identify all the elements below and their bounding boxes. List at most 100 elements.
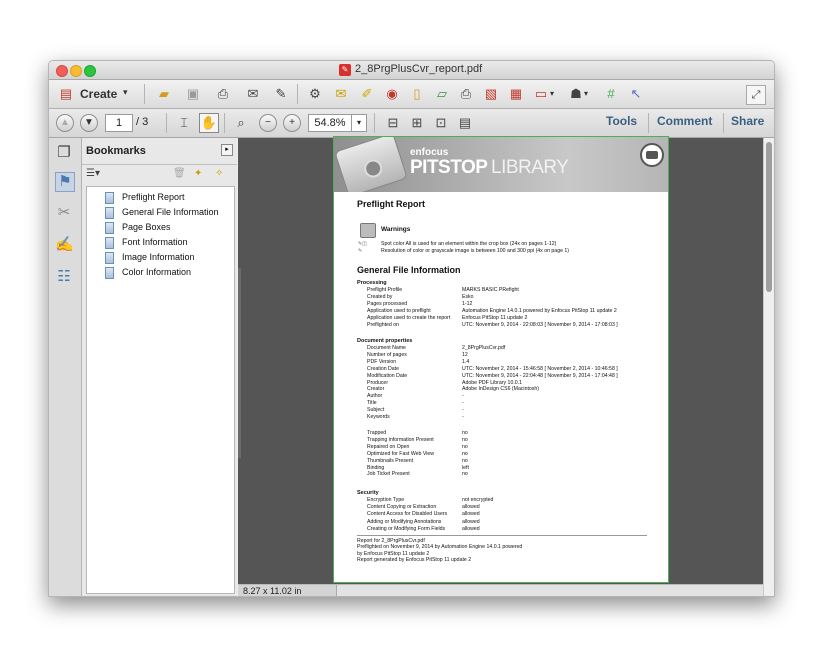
save-icon[interactable]: ▣ bbox=[184, 85, 202, 103]
bookmark-page-boxes[interactable]: Page Boxes bbox=[91, 220, 171, 235]
document-icon[interactable]: ▯ bbox=[408, 85, 426, 103]
property-value: left bbox=[462, 464, 469, 471]
options-menu-icon[interactable]: ☰▾ bbox=[86, 168, 100, 179]
resolution-icon: ✎ bbox=[358, 248, 363, 254]
chevron-down-icon[interactable]: ▾ bbox=[550, 89, 554, 98]
arrow-select-icon[interactable]: ↖ bbox=[627, 85, 645, 103]
toolbar-divider bbox=[297, 84, 298, 104]
pdf-page[interactable]: enfocus PITSTOP LIBRARY Preflight Report… bbox=[333, 136, 669, 583]
bookmark-icon bbox=[105, 191, 114, 204]
bookmark-general-file-information[interactable]: General File Information bbox=[91, 205, 219, 220]
expand-bookmark-icon[interactable]: ✧ bbox=[215, 168, 223, 179]
property-label: Number of pages bbox=[367, 351, 407, 358]
property-label: Preflight Profile bbox=[367, 287, 403, 293]
stamp-icon[interactable]: ◉ bbox=[383, 85, 401, 103]
property-label: Adding or Modifying Annotations bbox=[367, 518, 442, 525]
two-page-icon[interactable]: ⊡ bbox=[432, 114, 450, 132]
bookmarks-title: Bookmarks bbox=[86, 145, 146, 157]
share-button[interactable]: Share bbox=[731, 114, 764, 128]
title-bar[interactable]: ✎ 2_8PrgPlusCvr_report.pdf bbox=[49, 61, 774, 80]
chevron-down-icon[interactable]: ▾ bbox=[123, 87, 128, 98]
export-icon[interactable]: ▱ bbox=[433, 85, 451, 103]
comment-bubble-icon[interactable]: ✉ bbox=[332, 85, 350, 103]
bookmark-list: Preflight Report General File Informatio… bbox=[86, 186, 235, 594]
property-value: UTC: November 9, 2014 - 22:08:03 [ Novem… bbox=[462, 322, 618, 328]
document-viewport[interactable]: enfocus PITSTOP LIBRARY Preflight Report… bbox=[238, 136, 763, 584]
user-icon[interactable]: ☗ bbox=[567, 85, 585, 103]
delete-bookmark-icon[interactable]: 🗑 bbox=[173, 168, 186, 179]
pane-resize-handle[interactable] bbox=[238, 268, 241, 458]
comment-button[interactable]: Comment bbox=[657, 114, 712, 128]
page-number-input[interactable]: 1 bbox=[105, 114, 133, 132]
minimize-window-button[interactable] bbox=[70, 65, 82, 77]
bookmark-color-information[interactable]: Color Information bbox=[91, 265, 191, 280]
chevron-down-icon[interactable]: ▾ bbox=[584, 89, 588, 98]
marquee-zoom-icon[interactable]: ⌕ bbox=[232, 114, 250, 132]
navigation-pane-strip: ❐ ⚑ ✂ ✍ ☷ bbox=[49, 138, 82, 596]
zoom-in-button[interactable]: + bbox=[283, 114, 301, 132]
open-folder-icon[interactable]: ▰ bbox=[155, 85, 173, 103]
attachments-icon[interactable]: ✂ bbox=[55, 204, 73, 222]
navigation-toolbar: ▲ ▼ 1 / 3 ⌶ ✋ ⌕ − + 54.8% ▾ ⊟ ⊞ ⊡ ▤ Tool… bbox=[49, 109, 774, 138]
bookmarks-icon[interactable]: ⚑ bbox=[55, 172, 75, 192]
toolbar-divider bbox=[166, 113, 167, 133]
gear-icon[interactable]: ⚙ bbox=[306, 85, 324, 103]
property-label: Trapped bbox=[367, 430, 387, 436]
warnings-title: Warnings bbox=[381, 226, 411, 233]
email-icon[interactable]: ✉ bbox=[244, 85, 262, 103]
toolbox-icon[interactable]: ▭ bbox=[532, 85, 550, 103]
property-value: - bbox=[462, 400, 464, 407]
layers-icon[interactable]: ☷ bbox=[55, 268, 73, 286]
page-thumbnails-icon[interactable]: ❐ bbox=[55, 144, 73, 162]
tools-button[interactable]: Tools bbox=[606, 114, 637, 128]
zoom-window-button[interactable] bbox=[84, 65, 96, 77]
property-value: - bbox=[462, 393, 464, 400]
bookmark-icon bbox=[105, 221, 114, 234]
print-icon[interactable]: ⎙ bbox=[214, 85, 232, 103]
property-value: no bbox=[462, 443, 468, 450]
property-label: Title bbox=[367, 400, 377, 407]
fit-page-icon[interactable]: ⊞ bbox=[408, 114, 426, 132]
zoom-dropdown-chevron-icon[interactable]: ▾ bbox=[351, 114, 367, 132]
panel-collapse-icon[interactable]: ▸ bbox=[221, 144, 233, 156]
property-value: Adobe PDF Library 10.0.1 bbox=[462, 379, 522, 386]
printer-icon[interactable]: ⎙ bbox=[457, 85, 475, 103]
grid-icon[interactable]: # bbox=[602, 85, 620, 103]
bookmark-icon bbox=[105, 266, 114, 279]
signatures-icon[interactable]: ✍ bbox=[55, 236, 74, 254]
property-value: - bbox=[462, 414, 464, 420]
previous-page-button[interactable]: ▲ bbox=[56, 114, 74, 132]
create-pdf-icon[interactable]: ▤ bbox=[57, 85, 75, 103]
combine-icon[interactable]: ▦ bbox=[507, 85, 525, 103]
fullscreen-icon[interactable]: ⤢ bbox=[746, 85, 766, 105]
pdf-icon[interactable]: ▧ bbox=[482, 85, 500, 103]
property-label: Repaired on Open bbox=[367, 443, 410, 450]
next-page-button[interactable]: ▼ bbox=[80, 114, 98, 132]
bookmark-font-information[interactable]: Font Information bbox=[91, 235, 188, 250]
property-label: PDF Version bbox=[367, 358, 397, 365]
vertical-scrollbar[interactable] bbox=[763, 138, 774, 596]
hand-tool-icon[interactable]: ✋ bbox=[199, 113, 219, 133]
select-tool-icon[interactable]: ⌶ bbox=[175, 114, 193, 132]
brand-light: LIBRARY bbox=[491, 157, 569, 178]
property-label: Optimized for Fast Web View bbox=[367, 450, 434, 457]
bookmark-icon bbox=[105, 251, 114, 264]
processing-title: Processing bbox=[357, 280, 387, 286]
main-toolbar: ▤ Create ▾ ▰ ▣ ⎙ ✉ ✎ ⚙ ✉ ✐ ◉ ▯ ▱ ⎙ ▧ ▦ ▭… bbox=[49, 80, 774, 109]
fit-width-icon[interactable]: ⊟ bbox=[384, 114, 402, 132]
zoom-out-button[interactable]: − bbox=[259, 114, 277, 132]
bookmark-preflight-report[interactable]: Preflight Report bbox=[91, 190, 185, 205]
property-value: Automation Engine 14.0.1 powered by Enfo… bbox=[462, 308, 617, 314]
bookmark-icon bbox=[105, 206, 114, 219]
bookmark-image-information[interactable]: Image Information bbox=[91, 250, 195, 265]
scrollbar-thumb[interactable] bbox=[766, 142, 772, 292]
page-icon[interactable]: ▤ bbox=[456, 114, 474, 132]
edit-icon[interactable]: ✎ bbox=[272, 85, 290, 103]
close-window-button[interactable] bbox=[56, 65, 68, 77]
create-button[interactable]: Create bbox=[80, 87, 117, 101]
highlight-icon[interactable]: ✐ bbox=[358, 85, 376, 103]
printer-illustration bbox=[334, 137, 408, 192]
property-value: allowed bbox=[462, 525, 480, 532]
zoom-level-input[interactable]: 54.8% bbox=[308, 114, 352, 132]
new-bookmark-icon[interactable]: ✦ bbox=[194, 168, 202, 179]
